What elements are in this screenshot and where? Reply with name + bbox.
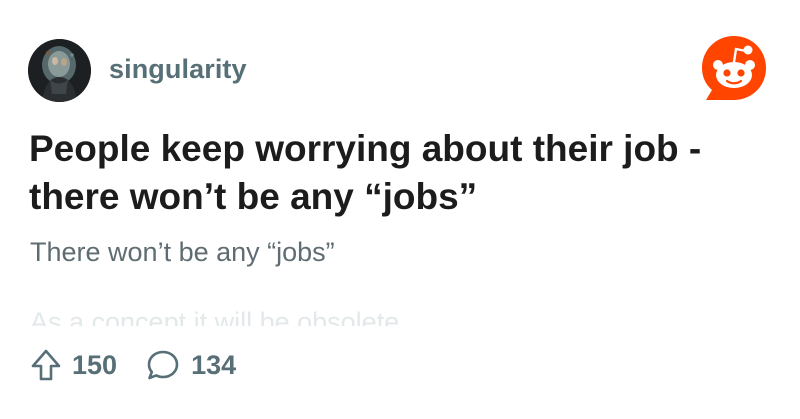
comment-bubble-icon [147,350,179,380]
post-actions: 150 134 [30,345,236,385]
avatar-image [28,39,91,102]
post-card[interactable]: singularity People keep worrying about t… [0,0,800,419]
post-body-preview-text: As a concept it will be obsolete [30,307,400,326]
upvote-button[interactable]: 150 [30,348,117,382]
community-name[interactable]: singularity [109,54,247,85]
reddit-logo-icon[interactable] [698,32,770,104]
community-avatar[interactable] [28,39,91,102]
post-title[interactable]: People keep worrying about their job - t… [29,125,779,221]
post-subtitle: There won’t be any “jobs” [30,237,335,267]
upvote-arrow-icon [31,349,61,381]
upvote-count: 150 [72,349,118,380]
comment-count: 134 [191,349,237,380]
post-body-preview: As a concept it will be obsolete [30,304,630,326]
comments-button[interactable]: 134 [145,348,236,382]
